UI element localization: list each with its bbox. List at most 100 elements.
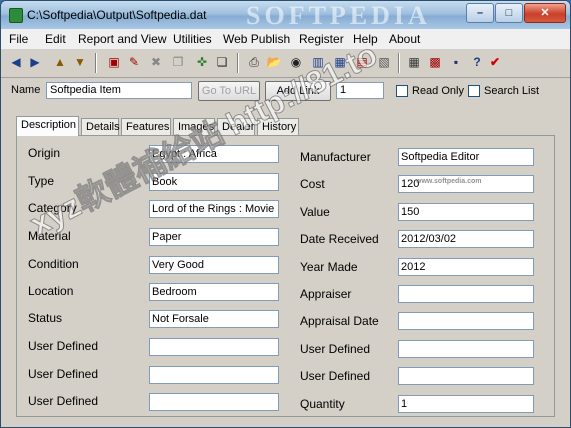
menu-help[interactable]: Help bbox=[353, 32, 378, 46]
user-defined-field-4[interactable] bbox=[398, 340, 534, 358]
user-defined-field-5[interactable] bbox=[398, 367, 534, 385]
menu-bar: File Edit Report and View Utilities Web … bbox=[1, 29, 570, 50]
close-button[interactable]: ✕ bbox=[524, 3, 566, 23]
link-number-input[interactable]: 1 bbox=[336, 82, 384, 99]
menu-report-and-view[interactable]: Report and View bbox=[78, 32, 167, 46]
menu-file[interactable]: File bbox=[9, 32, 28, 46]
calculator-icon[interactable]: ▦ bbox=[405, 53, 423, 71]
user-defined-field-3[interactable] bbox=[149, 393, 279, 411]
name-input[interactable]: Softpedia Item bbox=[46, 82, 192, 99]
year-made-field[interactable]: 2012 bbox=[398, 258, 534, 276]
last-record-icon[interactable]: ▶ bbox=[26, 53, 44, 71]
edit-record-icon[interactable]: ✎ bbox=[125, 53, 143, 71]
field-label: User Defined bbox=[300, 342, 371, 356]
toolbar: ◀ ▶ ▲ ▼ ▣ ✎ ✖ ❐ ✜ ❏ ⎙ 📂 ◉ ▥ ▦ ▤ ▧ ▦ ▩ ▪ … bbox=[1, 50, 570, 78]
tab-features[interactable]: Features bbox=[121, 118, 171, 135]
softpedia-watermark: SOFTPEDIA bbox=[246, 1, 431, 30]
field-label: Date Received bbox=[300, 232, 379, 246]
appraisal-date-field[interactable] bbox=[398, 312, 534, 330]
toolbar-separator bbox=[95, 53, 97, 73]
search-list-label: Search List bbox=[484, 85, 540, 97]
down-icon[interactable]: ▼ bbox=[71, 53, 89, 71]
first-record-icon[interactable]: ◀ bbox=[7, 53, 25, 71]
field-label: Appraisal Date bbox=[300, 314, 379, 328]
print-icon[interactable]: ⎙ bbox=[245, 53, 263, 71]
maximize-button[interactable]: □ bbox=[495, 3, 523, 23]
paste-icon[interactable]: ❏ bbox=[213, 53, 231, 71]
delete-record-icon[interactable]: ✖ bbox=[147, 53, 165, 71]
location-field[interactable]: Bedroom bbox=[149, 283, 279, 301]
field-label: Condition bbox=[28, 257, 79, 271]
field-label: User Defined bbox=[28, 394, 99, 408]
add-record-icon[interactable]: ▣ bbox=[105, 53, 123, 71]
field-label: Category bbox=[28, 201, 77, 215]
go-to-url-button[interactable]: Go To URL bbox=[198, 81, 260, 101]
check-icon[interactable]: ✔ bbox=[486, 53, 504, 71]
app-icon bbox=[9, 8, 23, 23]
title-bar[interactable]: C:\Softpedia\Output\Softpedia.dat SOFTPE… bbox=[1, 1, 570, 30]
save-icon[interactable]: ▪ bbox=[447, 53, 465, 71]
cost-field[interactable]: 120 bbox=[398, 175, 534, 193]
field-label: Quantity bbox=[300, 397, 345, 411]
field-label: Cost bbox=[300, 177, 325, 191]
field-label: Value bbox=[300, 205, 330, 219]
field-label: Origin bbox=[28, 146, 61, 160]
field-label: User Defined bbox=[300, 369, 371, 383]
field-label: Manufacturer bbox=[300, 150, 371, 164]
tab-history[interactable]: History bbox=[257, 118, 299, 135]
search-icon[interactable]: ✜ bbox=[193, 53, 211, 71]
menu-web-publish[interactable]: Web Publish bbox=[223, 32, 290, 46]
field-label: Material bbox=[28, 229, 71, 243]
camera-icon[interactable]: ◉ bbox=[287, 53, 305, 71]
list-icon[interactable]: ▤ bbox=[353, 53, 371, 71]
calendar-icon[interactable]: ▩ bbox=[426, 53, 444, 71]
menu-edit[interactable]: Edit bbox=[45, 32, 66, 46]
manufacturer-field[interactable]: Softpedia Editor bbox=[398, 148, 534, 166]
grid-icon[interactable]: ▦ bbox=[331, 53, 349, 71]
tab-images[interactable]: Images bbox=[173, 118, 215, 135]
menu-register[interactable]: Register bbox=[299, 32, 344, 46]
material-field[interactable]: Paper bbox=[149, 228, 279, 246]
search-list-checkbox[interactable] bbox=[468, 85, 480, 97]
read-only-checkbox[interactable] bbox=[396, 85, 408, 97]
menu-utilities[interactable]: Utilities bbox=[173, 32, 212, 46]
toolbar-separator bbox=[237, 53, 239, 73]
user-defined-field-1[interactable] bbox=[149, 338, 279, 356]
category-field[interactable]: Lord of the Rings : Movie bbox=[149, 200, 279, 218]
field-label: Location bbox=[28, 284, 74, 298]
field-label: User Defined bbox=[28, 367, 99, 381]
tab-dealer[interactable]: Dealer bbox=[217, 118, 255, 135]
minimize-button[interactable]: – bbox=[466, 3, 494, 23]
name-bar: Name Softpedia Item Go To URL Add Link 1… bbox=[1, 78, 570, 104]
origin-field[interactable]: Egypt : Africa bbox=[149, 145, 279, 163]
description-panel: Origin Egypt : Africa Type Book Category… bbox=[16, 135, 555, 417]
toolbar-separator bbox=[398, 53, 400, 73]
help-icon[interactable]: ? bbox=[468, 53, 486, 71]
menu-about[interactable]: About bbox=[389, 32, 420, 46]
add-link-button[interactable]: Add Link bbox=[265, 81, 331, 101]
chart-icon[interactable]: ▥ bbox=[309, 53, 327, 71]
field-label: Appraiser bbox=[300, 287, 352, 301]
appraiser-field[interactable] bbox=[398, 285, 534, 303]
report-icon[interactable]: ▧ bbox=[375, 53, 393, 71]
up-icon[interactable]: ▲ bbox=[51, 53, 69, 71]
field-label: User Defined bbox=[28, 339, 99, 353]
window-title: C:\Softpedia\Output\Softpedia.dat bbox=[27, 8, 207, 22]
name-label: Name bbox=[11, 84, 41, 96]
user-defined-field-2[interactable] bbox=[149, 366, 279, 384]
field-label: Year Made bbox=[300, 260, 358, 274]
type-field[interactable]: Book bbox=[149, 173, 279, 191]
open-folder-icon[interactable]: 📂 bbox=[265, 53, 283, 71]
field-label: Status bbox=[28, 311, 63, 325]
field-label: Type bbox=[28, 174, 55, 188]
date-received-field[interactable]: 2012/03/02 bbox=[398, 230, 534, 248]
status-field[interactable]: Not Forsale bbox=[149, 310, 279, 328]
tab-details[interactable]: Details bbox=[81, 118, 120, 135]
value-field[interactable]: 150 bbox=[398, 203, 534, 221]
copy-record-icon[interactable]: ❐ bbox=[169, 53, 187, 71]
tab-description[interactable]: Description bbox=[16, 116, 79, 136]
condition-field[interactable]: Very Good bbox=[149, 256, 279, 274]
read-only-label: Read Only bbox=[412, 85, 464, 97]
app-window: C:\Softpedia\Output\Softpedia.dat SOFTPE… bbox=[0, 0, 571, 428]
quantity-field[interactable]: 1 bbox=[398, 395, 534, 413]
